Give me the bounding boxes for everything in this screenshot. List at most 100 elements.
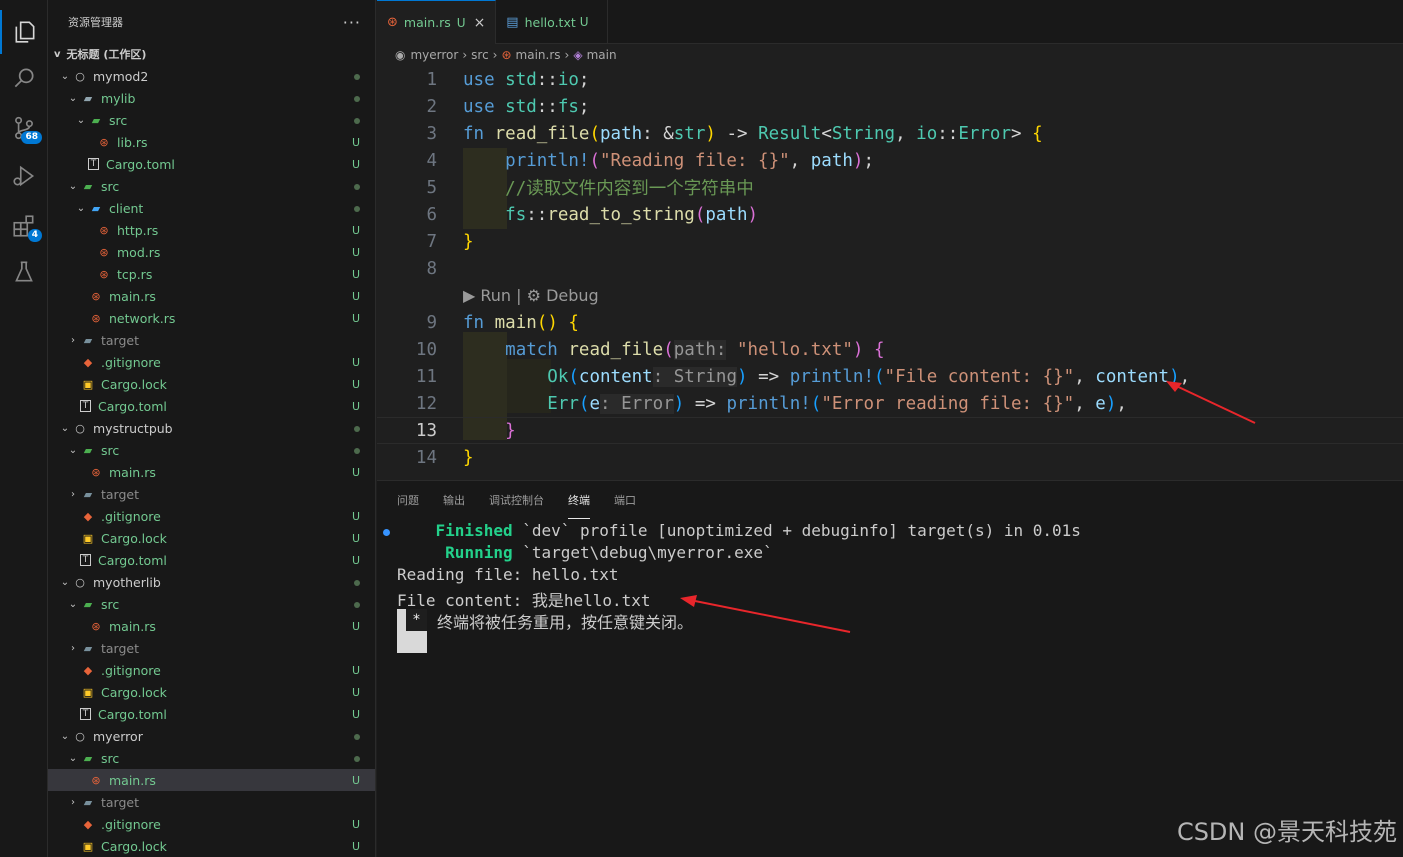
tree-item[interactable]: ⌄ ○ myotherlib: [48, 571, 375, 593]
chevron-down-icon[interactable]: ⌄: [66, 599, 80, 610]
tab-debug-console[interactable]: 调试控制台: [489, 481, 544, 519]
chevron-down-icon[interactable]: ⌄: [74, 203, 88, 214]
tree-item[interactable]: ▣ Cargo.lock U: [48, 835, 375, 857]
chevron-down-icon[interactable]: ⌄: [66, 181, 80, 192]
scm-badge: 68: [21, 131, 42, 144]
chevron-down-icon[interactable]: ⌄: [66, 445, 80, 456]
tree-item[interactable]: ⊛ http.rs U: [48, 219, 375, 241]
code-editor[interactable]: 1 use std::io; 2 use std::fs; 3 fn read_fil…: [377, 66, 1403, 480]
extensions-icon[interactable]: 4: [0, 204, 48, 248]
run-debug-icon[interactable]: [0, 154, 48, 198]
chevron-down-icon[interactable]: ⌄: [58, 577, 72, 588]
project-circle-icon: ○: [75, 575, 85, 589]
src-folder-icon: ▰: [83, 597, 93, 611]
tree-item-label: Cargo.lock: [101, 838, 167, 854]
tree-item[interactable]: ⌄ ▰ src: [48, 109, 375, 131]
codelens-run-debug[interactable]: ▶ Run | ⚙ Debug: [463, 286, 599, 305]
tree-item[interactable]: ⌄ ▰ src: [48, 439, 375, 461]
tab-label: hello.txt: [524, 14, 576, 30]
chevron-down-icon[interactable]: ⌄: [58, 71, 72, 82]
tree-item[interactable]: ⊛ lib.rs U: [48, 131, 375, 153]
tree-item[interactable]: ⌄ ○ mystructpub: [48, 417, 375, 439]
git-status-untracked: U: [351, 839, 360, 853]
tree-item[interactable]: › ▰ target: [48, 483, 375, 505]
tree-item[interactable]: ⌄ ▰ src: [48, 175, 375, 197]
tab-output[interactable]: 输出: [443, 481, 465, 519]
search-icon[interactable]: [0, 56, 48, 100]
source-control-icon[interactable]: 68: [0, 106, 48, 150]
tree-item[interactable]: ⌄ ▰ mylib: [48, 87, 375, 109]
workspace-title[interactable]: v 无标题 (工作区): [48, 44, 375, 64]
chevron-down-icon[interactable]: ⌄: [58, 423, 72, 434]
tree-item[interactable]: ▣ Cargo.lock U: [48, 681, 375, 703]
tree-item[interactable]: ◆ .gitignore U: [48, 505, 375, 527]
code-line: 4 println!("Reading file: {}", path);: [377, 147, 1403, 174]
tree-item[interactable]: ⌄ ○ myerror: [48, 725, 375, 747]
tree-item[interactable]: ⌄ ○ mymod2: [48, 65, 375, 87]
tree-item-label: Cargo.lock: [101, 530, 167, 546]
chevron-down-icon[interactable]: ⌄: [66, 93, 80, 104]
more-actions-icon[interactable]: ···: [343, 13, 361, 32]
breadcrumb-item[interactable]: myerror: [410, 48, 458, 62]
tree-item[interactable]: ▣ Cargo.lock U: [48, 527, 375, 549]
git-status-dot: [354, 422, 360, 435]
tree-item[interactable]: › ▰ target: [48, 791, 375, 813]
testing-icon[interactable]: [0, 250, 48, 294]
chevron-right-icon[interactable]: ›: [66, 335, 80, 346]
tree-item[interactable]: ⌄ ▰ src: [48, 593, 375, 615]
tree-item[interactable]: T Cargo.toml U: [48, 703, 375, 725]
tree-item[interactable]: ⊛ mod.rs U: [48, 241, 375, 263]
chevron-right-icon[interactable]: ›: [66, 643, 80, 654]
chevron-down-icon[interactable]: ⌄: [66, 753, 80, 764]
tree-item[interactable]: › ▰ target: [48, 637, 375, 659]
watermark: CSDN @景天科技苑: [1176, 818, 1397, 846]
git-status-untracked: U: [351, 509, 360, 523]
chevron-right-icon[interactable]: ›: [66, 797, 80, 808]
close-icon[interactable]: ×: [474, 15, 486, 31]
tree-item[interactable]: › ▰ target: [48, 329, 375, 351]
rust-file-icon: ⊛: [99, 245, 109, 259]
explorer-icon[interactable]: [0, 10, 48, 54]
tab-terminal[interactable]: 终端: [568, 481, 590, 519]
tree-item[interactable]: ◆ .gitignore U: [48, 351, 375, 373]
rust-file-icon: ⊛: [91, 465, 101, 479]
tree-item[interactable]: ◆ .gitignore U: [48, 813, 375, 835]
tree-item[interactable]: ⊛ main.rs U: [48, 769, 375, 791]
git-status-untracked: U: [351, 245, 360, 259]
tree-item[interactable]: ⊛ network.rs U: [48, 307, 375, 329]
target-folder-icon: ▰: [83, 795, 93, 809]
breadcrumb: ◉ myerror › src › ⊛ main.rs › ◈ main: [377, 44, 1403, 66]
tree-item-label: main.rs: [109, 288, 156, 304]
extensions-badge: 4: [27, 229, 42, 242]
tab-hello-txt[interactable]: ▤ hello.txt U: [496, 0, 608, 44]
breadcrumb-item[interactable]: main.rs: [516, 48, 561, 62]
chevron-right-icon[interactable]: ›: [66, 489, 80, 500]
tree-item[interactable]: ⊛ main.rs U: [48, 285, 375, 307]
breadcrumb-item[interactable]: src: [471, 48, 489, 62]
tree-item[interactable]: T Cargo.toml U: [48, 153, 375, 175]
line-number: 5: [426, 177, 437, 198]
git-status-untracked: U: [351, 685, 360, 699]
tree-item[interactable]: ⊛ tcp.rs U: [48, 263, 375, 285]
chevron-down-icon[interactable]: ⌄: [58, 731, 72, 742]
rust-file-icon: ⊛: [99, 267, 109, 281]
tree-item[interactable]: T Cargo.toml U: [48, 395, 375, 417]
tab-ports[interactable]: 端口: [614, 481, 636, 519]
tree-item[interactable]: ⌄ ▰ src: [48, 747, 375, 769]
rust-file-icon: ⊛: [387, 15, 398, 30]
chevron-right-icon: ›: [564, 48, 570, 62]
tree-item[interactable]: ◆ .gitignore U: [48, 659, 375, 681]
tab-problems[interactable]: 问题: [397, 481, 419, 519]
tree-item[interactable]: ▣ Cargo.lock U: [48, 373, 375, 395]
tree-item[interactable]: ⌄ ▰ client: [48, 197, 375, 219]
git-status-dot: [354, 598, 360, 611]
git-status-dot: [354, 730, 360, 743]
tree-item[interactable]: ⊛ main.rs U: [48, 615, 375, 637]
chevron-down-icon[interactable]: ⌄: [74, 115, 88, 126]
code-line: 10 match read_file(path: "hello.txt") {: [377, 336, 1403, 363]
tab-main-rs[interactable]: ⊛ main.rs U ×: [377, 0, 497, 44]
tree-item[interactable]: ⊛ main.rs U: [48, 461, 375, 483]
tree-item[interactable]: T Cargo.toml U: [48, 549, 375, 571]
breadcrumb-item[interactable]: main: [587, 48, 617, 62]
line-number: 1: [426, 69, 437, 90]
